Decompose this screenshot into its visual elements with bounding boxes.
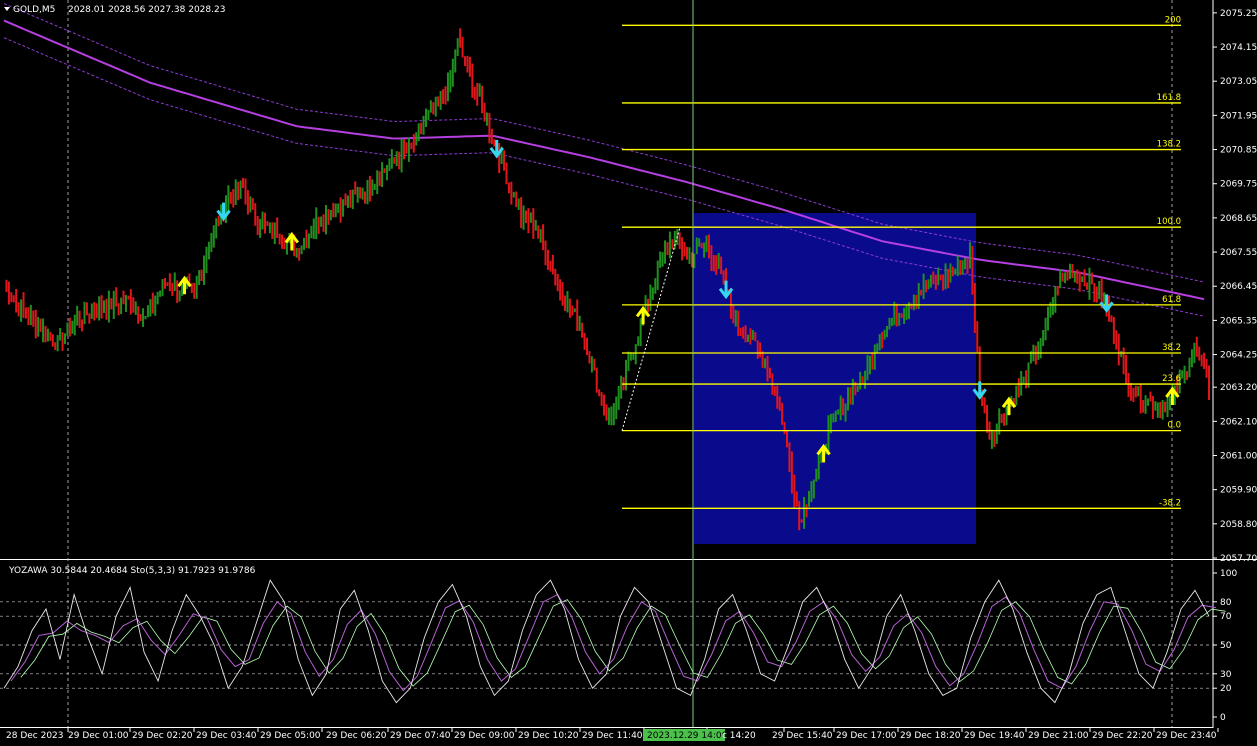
fib-level-label: 200	[1165, 15, 1181, 25]
price-tick-label: 2067.55	[1220, 248, 1257, 258]
price-tick-label: 2061.00	[1220, 451, 1257, 461]
highlighted-time-label: 2023.12.29 14:00	[647, 731, 728, 741]
time-tick-label: 29 Dec 18:20	[900, 731, 961, 741]
time-tick-label: 29 Dec 11:40	[582, 731, 643, 741]
price-tick-label: 2074.15	[1220, 43, 1257, 53]
ohlc-values: 2028.01 2028.56 2027.38 2028.23	[68, 5, 225, 15]
time-tick-label: 28 Dec 2023	[6, 731, 64, 741]
price-tick-label: 2064.25	[1220, 351, 1257, 361]
indicator-tick-label: 80	[1220, 598, 1232, 608]
indicator-tick-label: 100	[1220, 569, 1237, 579]
trading-chart[interactable]: 2075.25 2074.15 2073.05 2071.95 2070.85 2069.…	[0, 0, 1257, 742]
time-tick-label: 29 Dec 09:00	[454, 731, 515, 741]
indicator-header: YOZAWA 30.5844 20.4684 Sto(5,3,3) 91.792…	[8, 566, 256, 576]
time-tick-label: 29 Dec 03:40	[196, 731, 257, 741]
time-tick-label: 29 Dec 22:20	[1092, 731, 1153, 741]
time-tick-label: 29 Dec 10:20	[518, 731, 579, 741]
fib-level-label: 38.2	[1162, 343, 1181, 353]
price-tick-label: 2073.05	[1220, 77, 1257, 87]
selection-rectangle[interactable]	[694, 213, 976, 544]
indicator-tick-label: 0	[1220, 713, 1226, 723]
price-tick-label: 2071.95	[1220, 111, 1257, 121]
price-tick-label: 2058.80	[1220, 520, 1257, 530]
price-tick-label: 2059.90	[1220, 486, 1257, 496]
chart-canvas[interactable]: 2075.25 2074.15 2073.05 2071.95 2070.85 2069.…	[0, 0, 1257, 742]
time-tick-label: 29 Dec 07:40	[390, 731, 451, 741]
fib-level-label: 23.6	[1162, 374, 1181, 384]
time-tick-label: 29 Dec 15:40	[772, 731, 833, 741]
time-tick-label: 29 Dec 02:20	[132, 731, 193, 741]
fib-level-label: 0.0	[1167, 421, 1181, 431]
indicator-tick-label: 70	[1220, 612, 1232, 622]
price-tick-label: 2068.65	[1220, 214, 1257, 224]
price-tick-label: 2070.85	[1220, 146, 1257, 156]
fib-level-label: 138.2	[1157, 140, 1181, 150]
fib-level-label: 61.8	[1162, 295, 1181, 305]
time-tick-label: 29 Dec 05:00	[260, 731, 321, 741]
price-tick-label: 2063.20	[1220, 383, 1257, 393]
indicator-tick-label: 50	[1220, 641, 1232, 651]
price-tick-label: 2065.35	[1220, 316, 1257, 326]
fib-level-label: 161.8	[1157, 93, 1181, 103]
time-tick-label: 29 Dec 01:00	[68, 731, 129, 741]
time-tick-label: 29 Dec 23:40	[1156, 731, 1217, 741]
price-tick-label: 2066.45	[1220, 282, 1257, 292]
time-tick-label: 29 Dec 17:00	[836, 731, 897, 741]
fib-level-label: 100.0	[1157, 217, 1181, 227]
time-tick-label: 29 Dec 19:40	[964, 731, 1025, 741]
symbol-label: GOLD,M5	[13, 5, 55, 15]
indicator-tick-label: 30	[1220, 670, 1232, 680]
price-tick-label: 2069.75	[1220, 180, 1257, 190]
time-tick-label: c 14:20	[722, 731, 756, 741]
chart-header: GOLD,M5 2028.01 2028.56 2027.38 2028.23	[4, 5, 225, 15]
time-tick-label: 29 Dec 21:00	[1028, 731, 1089, 741]
price-tick-label: 2075.25	[1220, 9, 1257, 19]
highlight-box[interactable]	[694, 213, 976, 544]
fib-level-label: -38.2	[1159, 498, 1181, 508]
time-tick-label: 29 Dec 06:20	[326, 731, 387, 741]
price-tick-label: 2057.70	[1220, 554, 1257, 564]
indicator-tick-label: 20	[1220, 684, 1232, 694]
price-tick-label: 2062.10	[1220, 417, 1257, 427]
